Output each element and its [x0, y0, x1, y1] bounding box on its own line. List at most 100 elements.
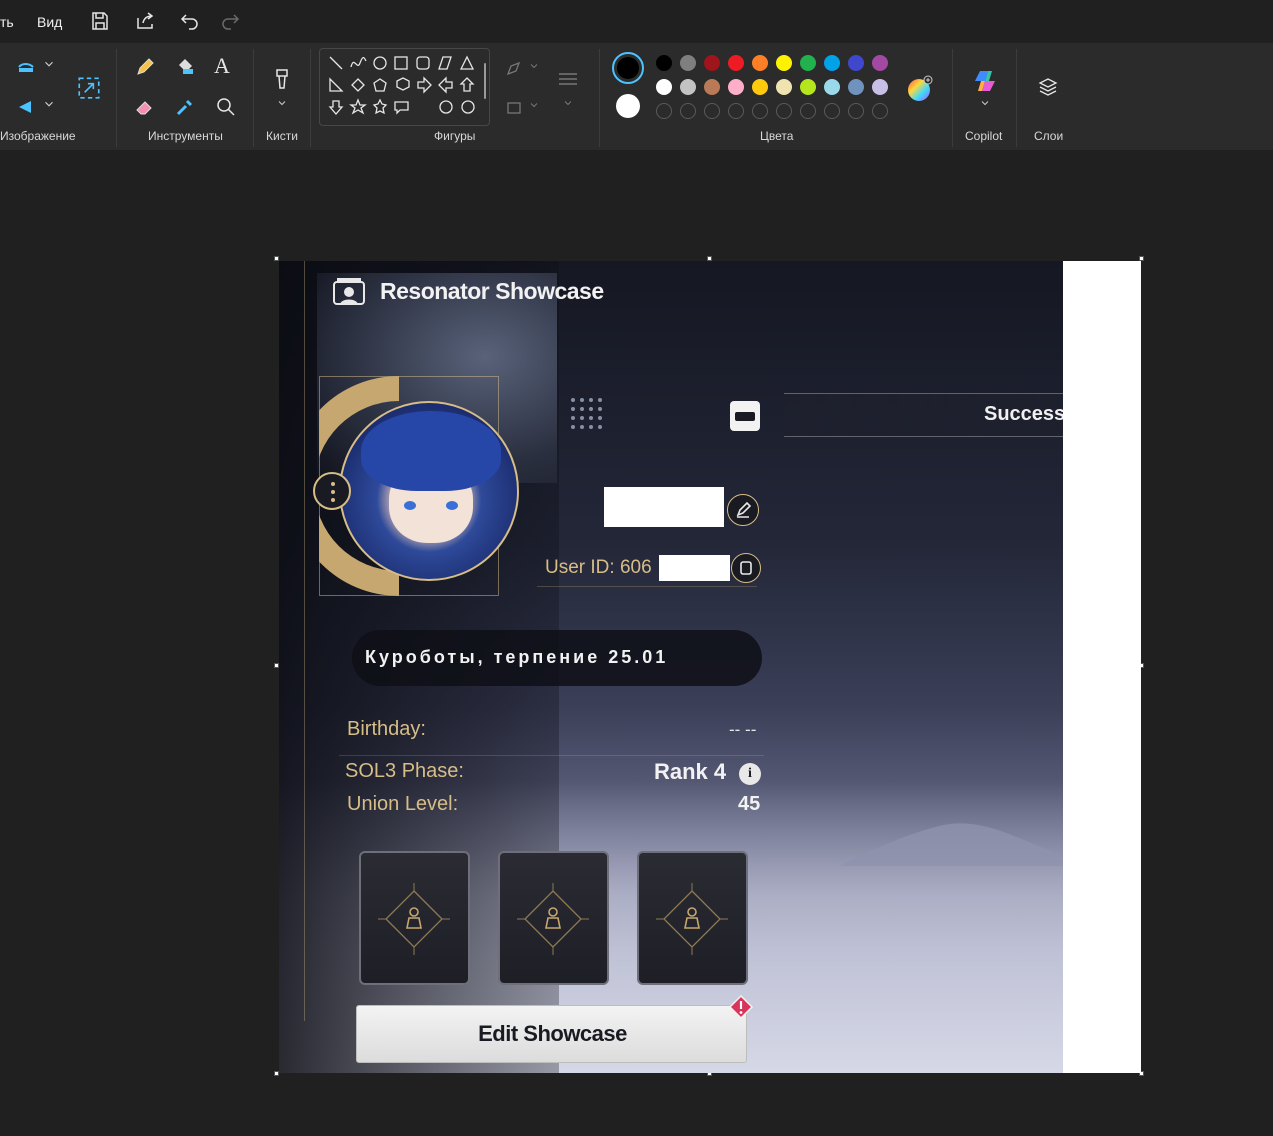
copy-icon: [740, 561, 752, 575]
pencil-icon[interactable]: [133, 55, 157, 79]
signature-text: Куроботы, терпение 25.01: [365, 647, 669, 667]
menu-file[interactable]: ть: [0, 14, 14, 30]
color-swatch[interactable]: [704, 79, 720, 95]
color-swatch[interactable]: [704, 55, 720, 71]
color-swatch[interactable]: [656, 55, 672, 71]
color-swatch[interactable]: [680, 79, 696, 95]
color-swatch[interactable]: [800, 79, 816, 95]
size-icon[interactable]: [556, 67, 580, 91]
avatar[interactable]: [339, 401, 519, 581]
group-label-brushes: Кисти: [266, 129, 298, 143]
custom-color-slot[interactable]: [872, 103, 888, 119]
game-screenshot: Resonator Showcase Success User ID: 606 …: [279, 261, 1063, 1073]
custom-color-slot[interactable]: [704, 103, 720, 119]
redacted-user-id: [659, 555, 730, 581]
text-icon[interactable]: A: [214, 53, 238, 78]
color-swatch[interactable]: [872, 79, 888, 95]
edit-showcase-button[interactable]: Edit Showcase: [356, 1005, 747, 1063]
character-slot[interactable]: [637, 851, 748, 985]
custom-color-slot[interactable]: [824, 103, 840, 119]
color-swatch[interactable]: [752, 79, 768, 95]
custom-color-slot[interactable]: [752, 103, 768, 119]
success-text: Success: [984, 403, 1063, 425]
avatar-menu-button[interactable]: [313, 472, 351, 510]
undo-icon[interactable]: [178, 9, 202, 33]
copy-id-button[interactable]: [731, 553, 761, 583]
color-swatch[interactable]: [872, 55, 888, 71]
color-swatch[interactable]: [848, 79, 864, 95]
card-toggle-button[interactable]: [730, 401, 760, 431]
character-slot[interactable]: [359, 851, 470, 985]
color-swatch[interactable]: [656, 79, 672, 95]
color-swatch[interactable]: [824, 55, 840, 71]
avatar-eye: [446, 501, 458, 510]
color-wheel-icon[interactable]: [906, 75, 934, 103]
info-icon[interactable]: i: [739, 763, 761, 785]
fill-shape-icon[interactable]: [503, 95, 527, 119]
chevron-down-icon[interactable]: [42, 57, 56, 71]
color-swatch[interactable]: [824, 79, 840, 95]
rotate-icon[interactable]: [15, 95, 39, 119]
custom-color-slot[interactable]: [776, 103, 792, 119]
character-slot[interactable]: [498, 851, 609, 985]
warning-icon: [728, 994, 754, 1020]
chevron-down-icon[interactable]: [528, 60, 540, 72]
color-swatch[interactable]: [800, 55, 816, 71]
magnifier-icon[interactable]: [214, 95, 238, 119]
separator: [599, 49, 600, 147]
share-icon[interactable]: [133, 9, 157, 33]
color-swatch[interactable]: [728, 55, 744, 71]
resize-icon[interactable]: [76, 75, 102, 101]
color-picker-icon[interactable]: [173, 95, 197, 119]
menu-view[interactable]: Вид: [37, 14, 62, 30]
user-id-text: User ID: 606: [545, 557, 652, 578]
save-icon[interactable]: [88, 9, 112, 33]
redo-icon[interactable]: [218, 9, 242, 33]
color-swatch[interactable]: [776, 55, 792, 71]
chevron-down-icon[interactable]: [979, 97, 991, 109]
separator: [116, 49, 117, 147]
edit-name-button[interactable]: [727, 494, 759, 526]
copilot-icon[interactable]: [971, 67, 999, 95]
shapes-scrollbar[interactable]: [484, 63, 486, 99]
primary-color-swatch: [617, 57, 639, 79]
color-swatch[interactable]: [752, 55, 768, 71]
separator: [253, 49, 254, 147]
deco-line: [304, 261, 305, 1021]
custom-color-slot[interactable]: [728, 103, 744, 119]
select-icon[interactable]: [15, 55, 39, 79]
chevron-down-icon[interactable]: [528, 99, 540, 111]
chevron-down-icon[interactable]: [276, 97, 288, 109]
avatar-eye: [404, 501, 416, 510]
shapes-gallery[interactable]: [319, 48, 490, 126]
edit-showcase-label: Edit Showcase: [478, 1021, 627, 1046]
redacted-name: [604, 487, 724, 527]
color-swatch[interactable]: [776, 79, 792, 95]
separator: [1016, 49, 1017, 147]
chevron-down-icon[interactable]: [562, 97, 574, 109]
separator: [310, 49, 311, 147]
canvas-image[interactable]: Resonator Showcase Success User ID: 606 …: [279, 261, 1141, 1073]
brush-icon[interactable]: [270, 67, 294, 91]
eraser-icon[interactable]: [133, 95, 157, 119]
primary-color-button[interactable]: [612, 52, 644, 84]
custom-color-slot[interactable]: [656, 103, 672, 119]
outline-icon[interactable]: [503, 57, 527, 81]
layers-icon[interactable]: [1036, 75, 1060, 99]
chevron-down-icon[interactable]: [42, 97, 56, 111]
empty-slot-icon: [656, 883, 728, 955]
union-level-label: Union Level:: [347, 793, 459, 815]
group-label-layers: Слои: [1034, 129, 1064, 143]
custom-color-slot[interactable]: [800, 103, 816, 119]
shapes-grid-icon[interactable]: [320, 49, 490, 126]
birthday-label: Birthday:: [347, 718, 426, 740]
color-swatch[interactable]: [848, 55, 864, 71]
custom-color-slot[interactable]: [680, 103, 696, 119]
color-swatch[interactable]: [728, 79, 744, 95]
color-swatch[interactable]: [680, 55, 696, 71]
group-label-colors: Цвета: [760, 129, 794, 143]
fill-icon[interactable]: [173, 55, 197, 79]
menu-bar: ть Вид: [0, 0, 1273, 43]
custom-color-slot[interactable]: [848, 103, 864, 119]
secondary-color-button[interactable]: [616, 94, 640, 118]
